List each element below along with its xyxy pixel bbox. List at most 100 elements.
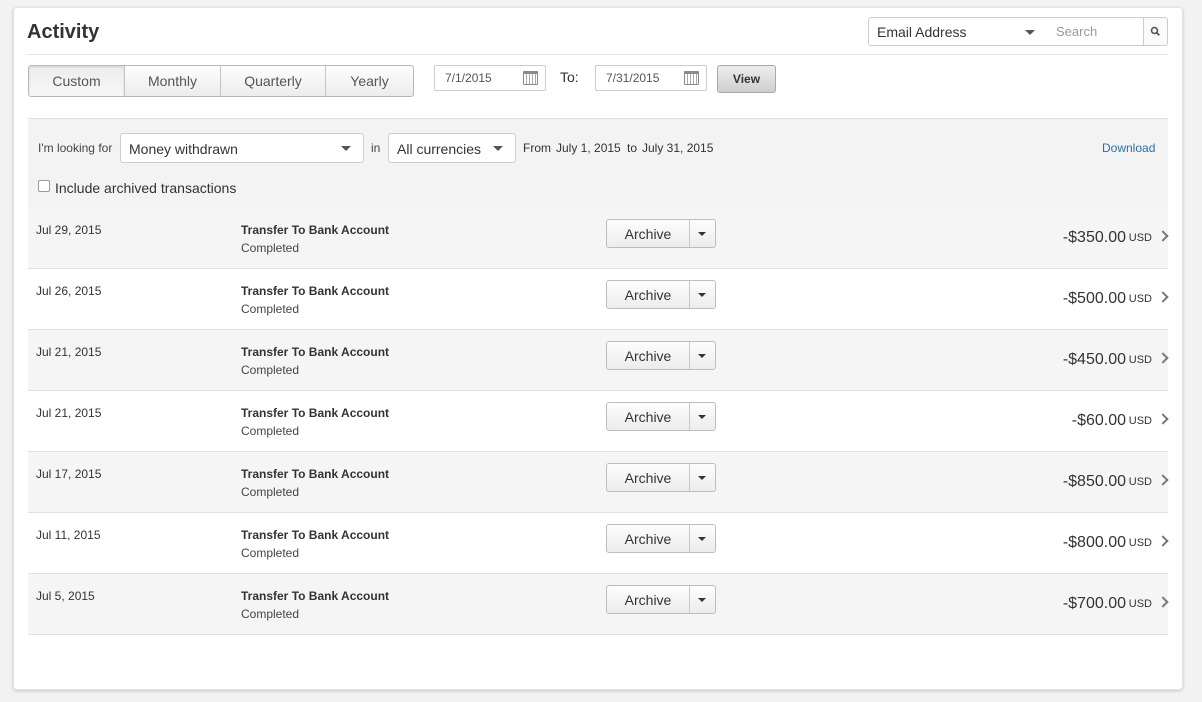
transaction-status: Completed	[241, 241, 300, 255]
chevron-down-icon	[698, 354, 706, 358]
from-date-text: July 1, 2015	[556, 141, 621, 155]
archive-menu-toggle[interactable]	[690, 464, 715, 491]
transaction-description: Transfer To Bank Account	[241, 467, 390, 481]
transaction-description: Transfer To Bank Account	[241, 406, 390, 420]
to-text-label: to	[627, 141, 638, 155]
search-scope-value: Email Address	[877, 24, 967, 40]
archive-menu-toggle[interactable]	[690, 586, 715, 613]
view-button[interactable]: View	[717, 65, 776, 93]
transaction-currency: USD	[1128, 476, 1152, 488]
transaction-status: Completed	[241, 607, 300, 621]
chevron-down-icon	[341, 146, 351, 151]
calendar-icon[interactable]	[523, 71, 538, 85]
chevron-down-icon	[698, 293, 706, 297]
transaction-currency: USD	[1128, 293, 1152, 305]
transaction-row[interactable]: Jul 29, 2015 Transfer To Bank Account Co…	[28, 208, 1169, 269]
transaction-row[interactable]: Jul 21, 2015 Transfer To Bank Account Co…	[28, 391, 1169, 452]
archive-menu-toggle[interactable]	[690, 403, 715, 430]
tab-custom[interactable]: Custom	[29, 66, 125, 96]
to-date-field[interactable]: 7/31/2015	[595, 65, 707, 91]
transaction-type-select[interactable]: Money withdrawn	[120, 133, 364, 163]
transaction-date: Jul 29, 2015	[36, 223, 102, 237]
include-archived-checkbox[interactable]	[38, 180, 50, 192]
period-tabs: Custom Monthly Quarterly Yearly	[28, 65, 414, 97]
calendar-icon[interactable]	[684, 71, 699, 85]
currency-select[interactable]: All currencies	[388, 133, 516, 163]
archive-menu-toggle[interactable]	[690, 220, 715, 247]
tab-monthly[interactable]: Monthly	[125, 66, 221, 96]
archive-button[interactable]: Archive	[607, 342, 690, 369]
transaction-amount: -$60.00	[1071, 412, 1126, 429]
looking-for-label: I'm looking for	[38, 141, 113, 155]
transaction-amount: -$350.00	[1062, 229, 1126, 246]
transaction-amount: -$700.00	[1062, 595, 1126, 612]
currency-value: All currencies	[397, 141, 482, 157]
transaction-status: Completed	[241, 424, 300, 438]
chevron-down-icon	[698, 537, 706, 541]
transaction-date: Jul 26, 2015	[36, 284, 102, 298]
transaction-description: Transfer To Bank Account	[241, 284, 390, 298]
archive-button[interactable]: Archive	[607, 403, 690, 430]
transaction-row[interactable]: Jul 26, 2015 Transfer To Bank Account Co…	[28, 269, 1169, 330]
chevron-right-icon[interactable]	[1157, 474, 1169, 486]
from-date-value: 7/1/2015	[445, 71, 492, 85]
search-scope-select[interactable]: Email Address	[868, 17, 1045, 46]
archive-split-button: Archive	[606, 341, 716, 370]
archive-split-button: Archive	[606, 463, 716, 492]
archive-menu-toggle[interactable]	[690, 342, 715, 369]
in-label: in	[371, 141, 381, 155]
title-divider	[27, 54, 1168, 55]
transaction-row[interactable]: Jul 5, 2015 Transfer To Bank Account Com…	[28, 574, 1169, 635]
transaction-row[interactable]: Jul 11, 2015 Transfer To Bank Account Co…	[28, 513, 1169, 574]
from-label: From	[523, 141, 551, 155]
transaction-currency: USD	[1128, 537, 1152, 549]
archive-split-button: Archive	[606, 280, 716, 309]
chevron-right-icon[interactable]	[1157, 596, 1169, 608]
tab-yearly[interactable]: Yearly	[326, 66, 413, 96]
transaction-currency: USD	[1128, 598, 1152, 610]
download-link[interactable]: Download	[1102, 141, 1155, 155]
magnifier-icon	[1150, 26, 1160, 36]
archive-split-button: Archive	[606, 524, 716, 553]
transaction-status: Completed	[241, 485, 300, 499]
chevron-right-icon[interactable]	[1157, 230, 1169, 242]
transaction-row[interactable]: Jul 17, 2015 Transfer To Bank Account Co…	[28, 452, 1169, 513]
chevron-right-icon[interactable]	[1157, 535, 1169, 547]
archive-button[interactable]: Archive	[607, 586, 690, 613]
transaction-currency: USD	[1128, 232, 1152, 244]
chevron-down-icon	[698, 232, 706, 236]
transaction-description: Transfer To Bank Account	[241, 223, 390, 237]
to-date-text: July 31, 2015	[642, 141, 714, 155]
archive-button[interactable]: Archive	[607, 464, 690, 491]
include-archived-label[interactable]: Include archived transactions	[55, 180, 236, 196]
transaction-status: Completed	[241, 546, 300, 560]
transaction-description: Transfer To Bank Account	[241, 589, 390, 603]
archive-button[interactable]: Archive	[607, 281, 690, 308]
chevron-down-icon	[698, 415, 706, 419]
archive-button[interactable]: Archive	[607, 525, 690, 552]
transaction-date: Jul 17, 2015	[36, 467, 102, 481]
chevron-down-icon	[1025, 30, 1035, 35]
search-button[interactable]	[1143, 17, 1168, 46]
transaction-amount: -$800.00	[1062, 534, 1126, 551]
chevron-right-icon[interactable]	[1157, 352, 1169, 364]
search-input[interactable]: Search	[1044, 17, 1144, 46]
transaction-amount: -$450.00	[1062, 351, 1126, 368]
transaction-status: Completed	[241, 302, 300, 316]
transaction-description: Transfer To Bank Account	[241, 345, 390, 359]
tab-quarterly[interactable]: Quarterly	[221, 66, 326, 96]
archive-menu-toggle[interactable]	[690, 525, 715, 552]
archive-menu-toggle[interactable]	[690, 281, 715, 308]
transaction-date: Jul 21, 2015	[36, 345, 102, 359]
transaction-row[interactable]: Jul 21, 2015 Transfer To Bank Account Co…	[28, 330, 1169, 391]
transaction-type-value: Money withdrawn	[129, 141, 238, 157]
archive-split-button: Archive	[606, 585, 716, 614]
archive-button[interactable]: Archive	[607, 220, 690, 247]
chevron-right-icon[interactable]	[1157, 413, 1169, 425]
from-date-field[interactable]: 7/1/2015	[434, 65, 546, 91]
archive-split-button: Archive	[606, 219, 716, 248]
to-date-value: 7/31/2015	[606, 71, 660, 85]
transaction-status: Completed	[241, 363, 300, 377]
chevron-right-icon[interactable]	[1157, 291, 1169, 303]
chevron-down-icon	[698, 476, 706, 480]
